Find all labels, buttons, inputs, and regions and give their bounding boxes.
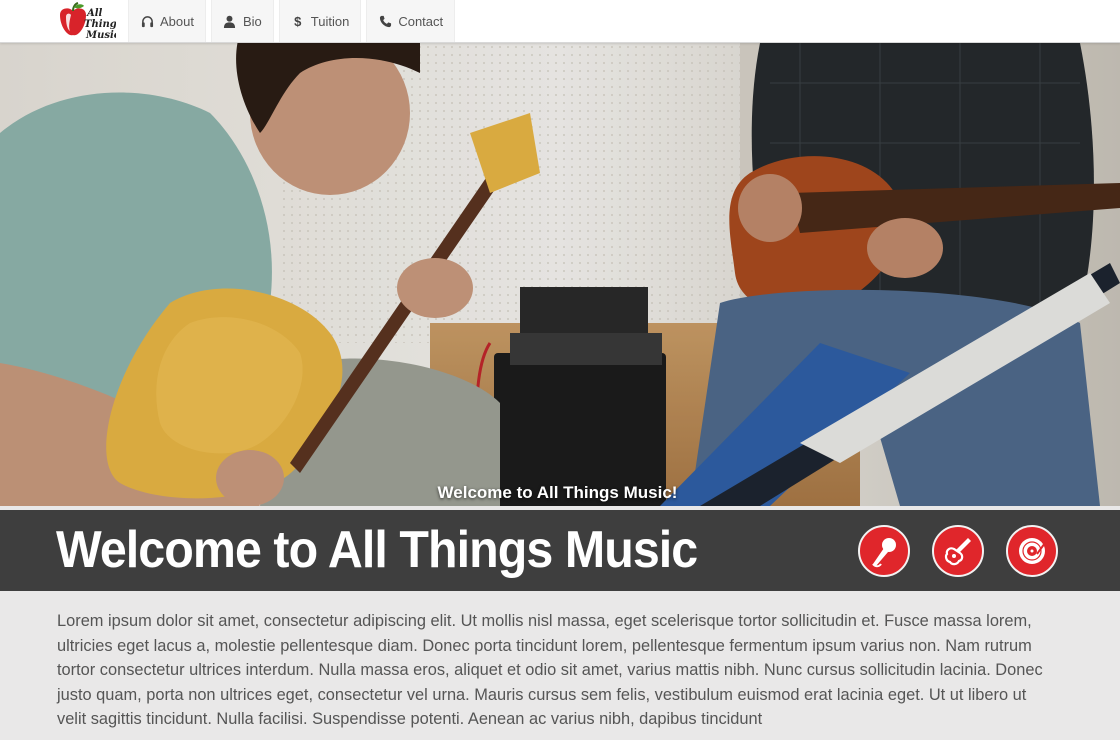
microphone-icon [872,538,896,568]
logo-text-1: All [86,8,103,19]
logo-text-2: Things [84,19,116,30]
phone-icon [378,14,392,28]
dollar-icon: $ [294,13,302,29]
user-icon [223,14,237,28]
guitar-icon [944,538,971,566]
nav-label-tuition: Tuition [310,13,350,29]
top-navbar: All Things Music About Bio $ Tuition Con… [0,0,1120,43]
headphones-icon [140,14,154,28]
record-button[interactable] [1006,525,1058,577]
nav-menu: About Bio $ Tuition Contact [128,0,460,42]
nav-item-tuition[interactable]: $ Tuition [278,0,362,42]
nav-item-bio[interactable]: Bio [210,0,274,42]
intro-paragraph: Lorem ipsum dolor sit amet, consectetur … [57,612,1043,729]
carousel-caption: Welcome to All Things Music! [437,483,678,502]
nav-label-contact: Contact [398,13,444,29]
nav-item-contact[interactable]: Contact [366,0,456,42]
logo-text-3: Music [85,30,116,41]
hero-carousel[interactable]: Welcome to All Things Music! [0,43,1120,506]
nav-label-bio: Bio [242,13,262,29]
site-logo[interactable]: All Things Music [56,1,123,41]
nav-label-about: About [160,13,194,29]
vinyl-record-icon [1019,538,1047,564]
hero-photo [0,43,1120,506]
nav-item-about[interactable]: About [128,0,206,42]
page-title: Welcome to All Things Music [56,521,698,579]
guitar-button[interactable] [932,525,984,577]
welcome-banner: Welcome to All Things Music [0,510,1120,591]
microphone-button[interactable] [858,525,910,577]
